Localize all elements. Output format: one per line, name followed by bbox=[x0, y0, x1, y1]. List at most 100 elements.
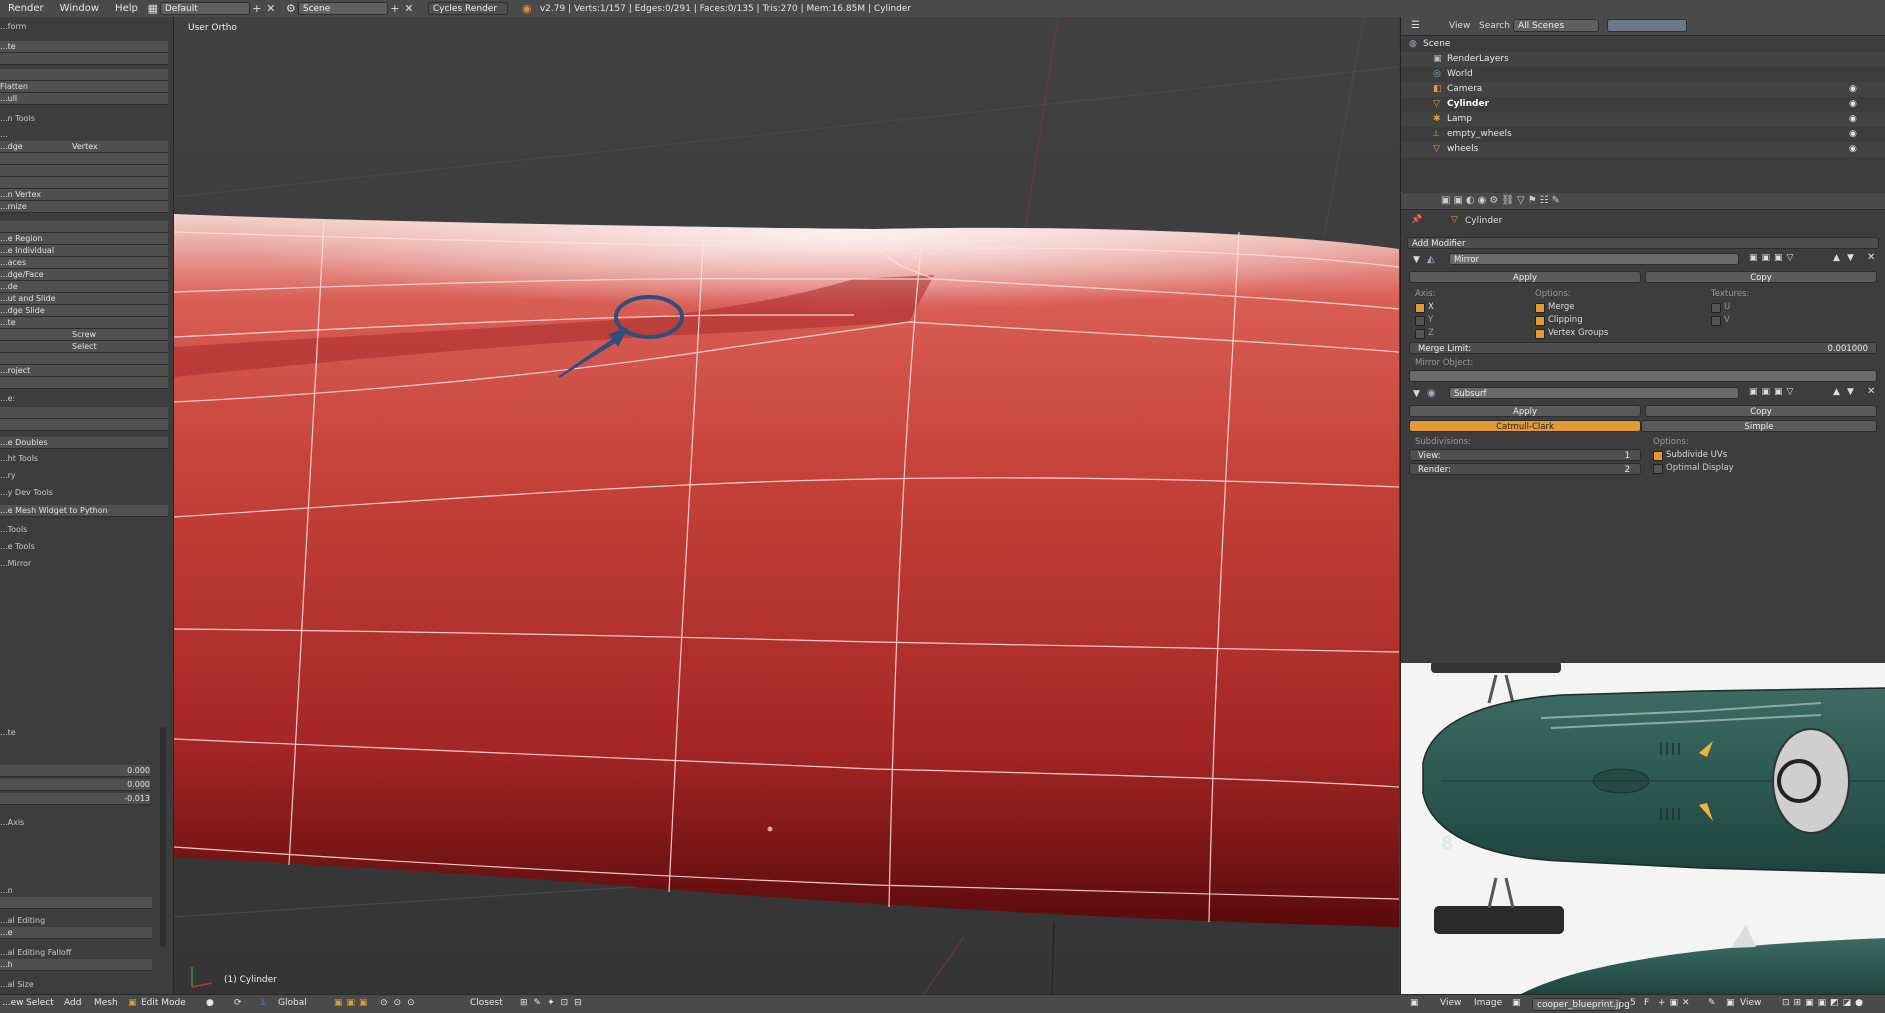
subsurf-copy-button[interactable]: Copy bbox=[1645, 405, 1877, 417]
image-action-icons[interactable]: +▣✕ bbox=[1658, 998, 1694, 1008]
tool-button[interactable]: ...te bbox=[0, 41, 168, 53]
mirror-apply-button[interactable]: Apply bbox=[1409, 271, 1641, 283]
move-up-icon[interactable]: ▲ bbox=[1833, 253, 1840, 263]
value-z-field[interactable]: -0.013 bbox=[0, 793, 150, 805]
operator-header[interactable]: ...te bbox=[0, 727, 168, 738]
screen-layout-icon[interactable]: ▦ bbox=[146, 2, 160, 15]
pivot-icon[interactable]: ⟳ bbox=[234, 998, 242, 1008]
clipping-checkbox[interactable] bbox=[1535, 316, 1545, 326]
image-name-field[interactable]: cooper_blueprint.jpg bbox=[1532, 998, 1630, 1011]
panel-header-tools[interactable]: ...n Tools bbox=[0, 113, 168, 124]
panel-header-history[interactable]: ...ry bbox=[0, 470, 168, 481]
render-engine-select[interactable]: Cycles Render bbox=[427, 2, 508, 15]
image-editor[interactable]: 8 bbox=[1400, 663, 1885, 994]
tool-button-region[interactable]: ...e Region bbox=[0, 233, 168, 245]
collapse-mirror-icon[interactable]: ▼ bbox=[1413, 255, 1420, 265]
mirror-copy-button[interactable]: Copy bbox=[1645, 271, 1877, 283]
tool-button-screw[interactable]: Screw bbox=[0, 329, 168, 341]
panel-header-tools[interactable]: ...ht Tools bbox=[0, 453, 168, 464]
visibility-eye-icon[interactable]: ◉ bbox=[1849, 112, 1857, 127]
subsurf-apply-button[interactable]: Apply bbox=[1409, 405, 1641, 417]
tool-button[interactable]: ...de bbox=[0, 281, 168, 293]
menu-view[interactable]: View bbox=[1449, 21, 1470, 31]
close-layout-icon[interactable]: ✕ bbox=[264, 2, 278, 15]
menu-render[interactable]: Render bbox=[0, 3, 52, 14]
move-up-icon[interactable]: ▲ bbox=[1833, 387, 1840, 397]
collapse-subsurf-icon[interactable]: ▼ bbox=[1413, 389, 1420, 399]
add-layout-icon[interactable]: + bbox=[250, 2, 264, 15]
tool-button-vertex[interactable]: ...n Vertex bbox=[0, 189, 168, 201]
tool-button[interactable] bbox=[0, 153, 168, 165]
display-mode-select[interactable]: All Scenes bbox=[1513, 19, 1599, 32]
scrollbar[interactable] bbox=[160, 727, 166, 947]
tool-button[interactable] bbox=[0, 69, 168, 81]
menu-add[interactable]: Add bbox=[64, 998, 81, 1008]
tool-button-edge[interactable]: ...dge Vertex bbox=[0, 141, 168, 153]
shading-icon[interactable]: ● bbox=[206, 998, 214, 1008]
panel-header-tools[interactable]: ...e Tools bbox=[0, 541, 168, 552]
catmull-clark-button[interactable]: Catmull-Clark bbox=[1409, 420, 1641, 432]
snap-icons[interactable]: ⊞✎✦⊡⊟ bbox=[520, 998, 588, 1008]
editor-type-icon[interactable]: ☰ bbox=[1411, 20, 1420, 31]
add-modifier-select[interactable]: Add Modifier bbox=[1407, 237, 1879, 249]
tool-button-mesh-widget[interactable]: ...e Mesh Widget to Python bbox=[0, 505, 168, 517]
image-menu-view2[interactable]: View bbox=[1740, 998, 1761, 1008]
panel-header-dev-tools[interactable]: ...y Dev Tools bbox=[0, 487, 168, 498]
menu-search[interactable]: Search bbox=[1479, 21, 1510, 31]
simple-button[interactable]: Simple bbox=[1641, 420, 1877, 432]
tool-button[interactable]: ...ull bbox=[0, 93, 168, 105]
editor-type-icon[interactable]: ▣ bbox=[1410, 998, 1419, 1008]
select-field[interactable] bbox=[0, 897, 152, 909]
pin-icon[interactable]: ✎ bbox=[1708, 998, 1716, 1008]
optimal-display-checkbox[interactable] bbox=[1653, 464, 1663, 474]
move-down-icon[interactable]: ▼ bbox=[1847, 253, 1854, 263]
snap-element-select[interactable]: Closest bbox=[470, 998, 503, 1008]
tool-button[interactable]: ...te bbox=[0, 317, 168, 329]
mirror-name-field[interactable]: Mirror bbox=[1449, 253, 1739, 265]
tool-button-cut-slide[interactable]: ...ut and Slide bbox=[0, 293, 168, 305]
merge-limit-field[interactable]: Merge Limit: 0.001000 bbox=[1409, 342, 1877, 354]
select-field[interactable]: ...h bbox=[0, 959, 152, 971]
outliner-item-cylinder[interactable]: ▽ Cylinder ◉ bbox=[1401, 97, 1885, 112]
subdivide-uvs-checkbox[interactable] bbox=[1653, 451, 1663, 461]
modifier-display-icons[interactable]: ▣▣▣▽ bbox=[1749, 387, 1797, 397]
tool-button[interactable] bbox=[0, 177, 168, 189]
tool-button[interactable] bbox=[0, 165, 168, 177]
tool-button-project[interactable]: ...roject bbox=[0, 365, 168, 377]
menu-help[interactable]: Help bbox=[107, 3, 146, 14]
panel-header-mirror[interactable]: ...Mirror bbox=[0, 558, 168, 569]
tool-button[interactable] bbox=[0, 53, 168, 65]
outliner-item-camera[interactable]: ◧ Camera ◉ bbox=[1401, 82, 1885, 97]
property-tabs-icons[interactable]: ▣▣◐◉⚙⛓▽⚑☷✎ bbox=[1441, 195, 1563, 206]
visibility-eye-icon[interactable]: ◉ bbox=[1849, 82, 1857, 97]
subsurf-name-field[interactable]: Subsurf bbox=[1449, 387, 1739, 399]
remove-modifier-icon[interactable]: ✕ bbox=[1867, 252, 1875, 263]
scene-icon[interactable]: ⚙ bbox=[284, 2, 298, 15]
value-x-field[interactable]: 0.000 bbox=[0, 765, 150, 777]
outliner-item-scene[interactable]: ◍ Scene bbox=[1401, 37, 1885, 52]
3d-viewport[interactable]: User Ortho (1) Cylinder bbox=[174, 17, 1399, 994]
tool-button-flatten[interactable]: Flatten bbox=[0, 81, 168, 93]
mode-select[interactable]: Edit Mode bbox=[141, 998, 186, 1008]
orientation-select[interactable]: Global bbox=[278, 998, 307, 1008]
tool-button-remove-doubles[interactable]: ...e Doubles bbox=[0, 437, 168, 449]
texture-u-checkbox[interactable] bbox=[1711, 303, 1721, 313]
select-mode-icons[interactable]: ▣▣▣ bbox=[334, 998, 372, 1008]
add-scene-icon[interactable]: + bbox=[388, 2, 402, 15]
scene-field[interactable]: Scene bbox=[297, 2, 388, 15]
render-levels-field[interactable]: Render: 2 bbox=[1409, 463, 1641, 475]
menu-window[interactable]: Window bbox=[52, 3, 107, 14]
outliner-item-world[interactable]: ◎ World bbox=[1401, 67, 1885, 82]
outliner-item-renderlayers[interactable]: ▣ RenderLayers bbox=[1401, 52, 1885, 67]
layout-field[interactable]: Default bbox=[159, 2, 250, 15]
outliner-item-wheels[interactable]: ▽ wheels ◉ bbox=[1401, 142, 1885, 157]
view-levels-field[interactable]: View: 1 bbox=[1409, 449, 1641, 461]
axis-x-checkbox[interactable] bbox=[1415, 303, 1425, 313]
select-field[interactable]: ...e bbox=[0, 927, 152, 939]
image-menu-view[interactable]: View bbox=[1440, 998, 1461, 1008]
tool-button-individual[interactable]: ...e Individual bbox=[0, 245, 168, 257]
outliner-item-empty-wheels[interactable]: ⟂ empty_wheels ◉ bbox=[1401, 127, 1885, 142]
image-display-icons[interactable]: ⊡⊞▣▣◩◪● bbox=[1782, 998, 1867, 1008]
remove-modifier-icon[interactable]: ✕ bbox=[1867, 386, 1875, 397]
move-down-icon[interactable]: ▼ bbox=[1847, 387, 1854, 397]
